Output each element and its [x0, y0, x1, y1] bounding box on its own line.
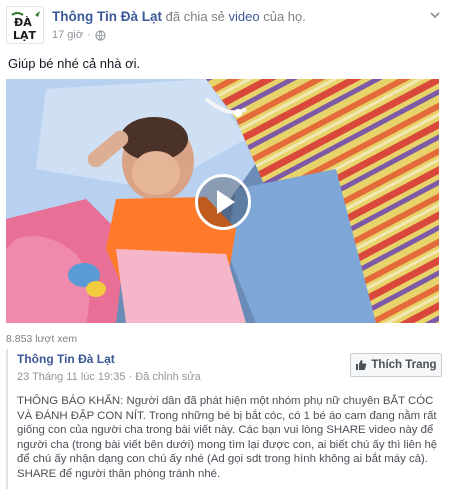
- shared-separator: ·: [128, 371, 133, 383]
- play-button[interactable]: [195, 174, 251, 230]
- globe-icon: [95, 29, 106, 41]
- page-avatar[interactable]: ĐÀ LẠT: [6, 6, 44, 44]
- view-count: 8.853 lượt xem: [6, 333, 78, 345]
- post-header-line: Thông Tin Đà Lạt đã chia sẻ video của họ…: [52, 9, 306, 24]
- post-caption: Giúp bé nhé cả nhà ơi.: [8, 56, 141, 71]
- page-name-link[interactable]: Thông Tin Đà Lạt: [52, 9, 162, 24]
- action-suffix: của họ.: [263, 9, 306, 24]
- post-timestamp[interactable]: 17 giờ: [52, 29, 83, 41]
- post-meta: 17 giờ ·: [52, 29, 106, 41]
- svg-text:ĐÀ: ĐÀ: [14, 16, 32, 29]
- action-text: đã chia sẻ: [165, 9, 225, 24]
- post-header: ĐÀ LẠT Thông Tin Đà Lạt đã chia sẻ video…: [6, 6, 444, 46]
- shared-post-body: THÔNG BÁO KHẨN: Người dân đã phát hiện m…: [17, 395, 438, 480]
- like-page-label: Thích Trang: [371, 359, 437, 371]
- video-player[interactable]: [6, 79, 439, 323]
- shared-post: Thông Tin Đà Lạt 23 Tháng 11 lúc 19:35 ·…: [6, 349, 444, 489]
- play-icon: [217, 190, 235, 214]
- edited-link[interactable]: Đã chỉnh sửa: [135, 371, 200, 383]
- shared-meta: 23 Tháng 11 lúc 19:35 · Đã chỉnh sửa: [17, 371, 201, 383]
- svg-text:LẠT: LẠT: [13, 29, 37, 42]
- thumbs-up-icon: [356, 360, 367, 370]
- shared-page-name-link[interactable]: Thông Tin Đà Lạt: [17, 352, 115, 366]
- meta-separator: ·: [87, 29, 91, 41]
- like-page-button[interactable]: Thích Trang: [350, 353, 442, 377]
- shared-date[interactable]: 23 Tháng 11 lúc 19:35: [17, 371, 125, 383]
- logo-dalat-icon: ĐÀ LẠT: [7, 7, 43, 43]
- chevron-down-icon[interactable]: [428, 8, 442, 22]
- video-link[interactable]: video: [229, 9, 260, 24]
